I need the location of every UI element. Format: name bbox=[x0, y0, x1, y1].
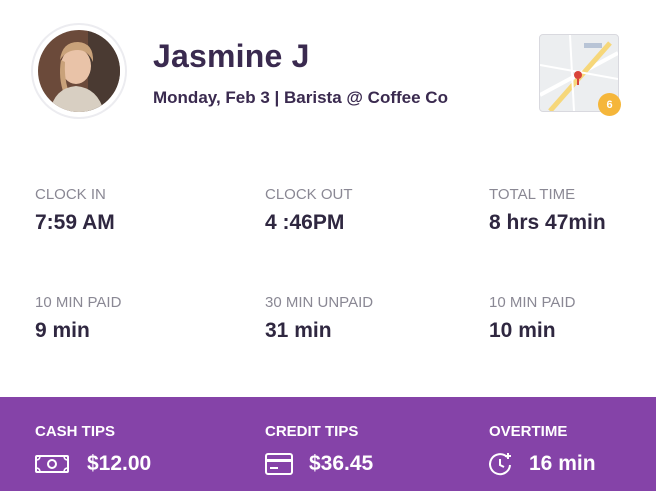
credit-tips-value: $36.45 bbox=[309, 452, 374, 475]
clock-in-value: 7:59 AM bbox=[35, 211, 115, 234]
clock-out-label: CLOCK OUT bbox=[265, 186, 353, 203]
paid-break-1-value: 9 min bbox=[35, 319, 90, 342]
total-time-value: 8 hrs 47min bbox=[489, 211, 606, 234]
cash-tips[interactable]: CASH TIPS $12.00 bbox=[35, 423, 151, 476]
credit-tips-label: CREDIT TIPS bbox=[265, 423, 359, 440]
clock-in-stat: CLOCK IN 7:59 AM bbox=[35, 186, 115, 235]
clock-out-stat: CLOCK OUT 4 :46PM bbox=[265, 186, 353, 235]
paid-break-1-label: 10 MIN PAID bbox=[35, 294, 122, 311]
cash-tips-value: $12.00 bbox=[87, 452, 152, 475]
shift-info: Monday, Feb 3 | Barista @ Coffee Co bbox=[153, 88, 448, 107]
paid-break-2-stat: 10 MIN PAID 10 min bbox=[489, 294, 575, 343]
clock-plus-icon bbox=[489, 452, 513, 476]
paid-break-2-label: 10 MIN PAID bbox=[489, 294, 576, 311]
clock-in-label: CLOCK IN bbox=[35, 186, 106, 203]
credit-card-icon bbox=[265, 453, 293, 475]
paid-break-2-value: 10 min bbox=[489, 319, 556, 342]
overtime-label: OVERTIME bbox=[489, 423, 568, 440]
unpaid-break-stat: 30 MIN UNPAID 31 min bbox=[265, 294, 373, 343]
overtime[interactable]: OVERTIME 16 min bbox=[489, 423, 596, 476]
user-photo bbox=[38, 30, 120, 112]
tips-footer: CASH TIPS $12.00 CREDIT TIPS $36.45 OVER… bbox=[0, 397, 656, 491]
unpaid-break-label: 30 MIN UNPAID bbox=[265, 294, 374, 311]
credit-tips[interactable]: CREDIT TIPS $36.45 bbox=[265, 423, 373, 476]
map-badge-count: 6 bbox=[598, 93, 621, 116]
avatar[interactable] bbox=[33, 25, 125, 117]
location-map-thumbnail[interactable]: 6 bbox=[539, 34, 621, 116]
unpaid-break-value: 31 min bbox=[265, 319, 332, 342]
employee-name: Jasmine J bbox=[153, 38, 310, 74]
cash-tips-label: CASH TIPS bbox=[35, 423, 116, 440]
clock-out-value: 4 :46PM bbox=[265, 211, 345, 234]
paid-break-1-stat: 10 MIN PAID 9 min bbox=[35, 294, 121, 343]
total-time-stat: TOTAL TIME 8 hrs 47min bbox=[489, 186, 606, 235]
cash-icon bbox=[35, 455, 69, 473]
overtime-value: 16 min bbox=[529, 452, 596, 475]
total-time-label: TOTAL TIME bbox=[489, 186, 576, 203]
